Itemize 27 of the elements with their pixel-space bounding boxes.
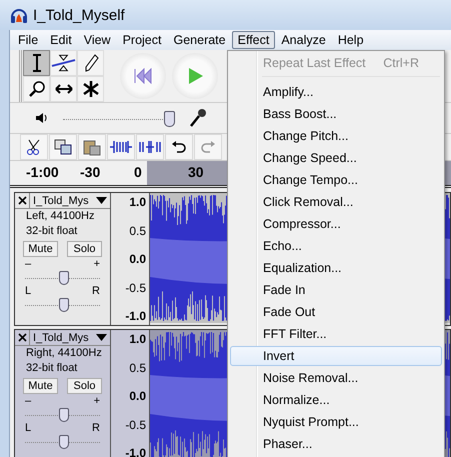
track-info: 32-bit float <box>25 361 78 376</box>
gain-plus-label: + <box>94 259 100 270</box>
pan-right-label: R <box>92 286 100 297</box>
scale-label: -1.0 <box>125 309 146 323</box>
track-info: 32-bit float <box>25 224 78 239</box>
ruler-label: 0 <box>134 164 142 180</box>
scale-label: -0.5 <box>125 418 146 432</box>
scale-label: -1.0 <box>125 446 146 457</box>
track-info: Right, 44100Hz <box>25 346 103 361</box>
pan-left-label: L <box>25 423 32 434</box>
scale-label: 1.0 <box>129 195 146 209</box>
scale-label: 0.5 <box>129 360 146 374</box>
scale-label: -0.5 <box>125 280 146 294</box>
scale-label: 0.0 <box>129 252 146 266</box>
gain-minus-label: – <box>25 259 32 270</box>
scale-label: 1.0 <box>129 332 146 346</box>
pan-right-label: R <box>92 423 100 434</box>
scale-label: 0.0 <box>129 389 146 403</box>
pan-left-label: L <box>25 286 32 297</box>
ruler-label: -1:00 <box>26 164 59 180</box>
scale-label: 0.5 <box>129 224 146 238</box>
gain-plus-label: + <box>94 396 100 407</box>
track-info: Left, 44100Hz <box>25 209 96 224</box>
gain-minus-label: – <box>25 396 32 407</box>
ruler-label: -30 <box>80 164 100 180</box>
ruler-label: 30 <box>188 164 204 180</box>
window-title: I_Told_Myself <box>33 6 125 24</box>
